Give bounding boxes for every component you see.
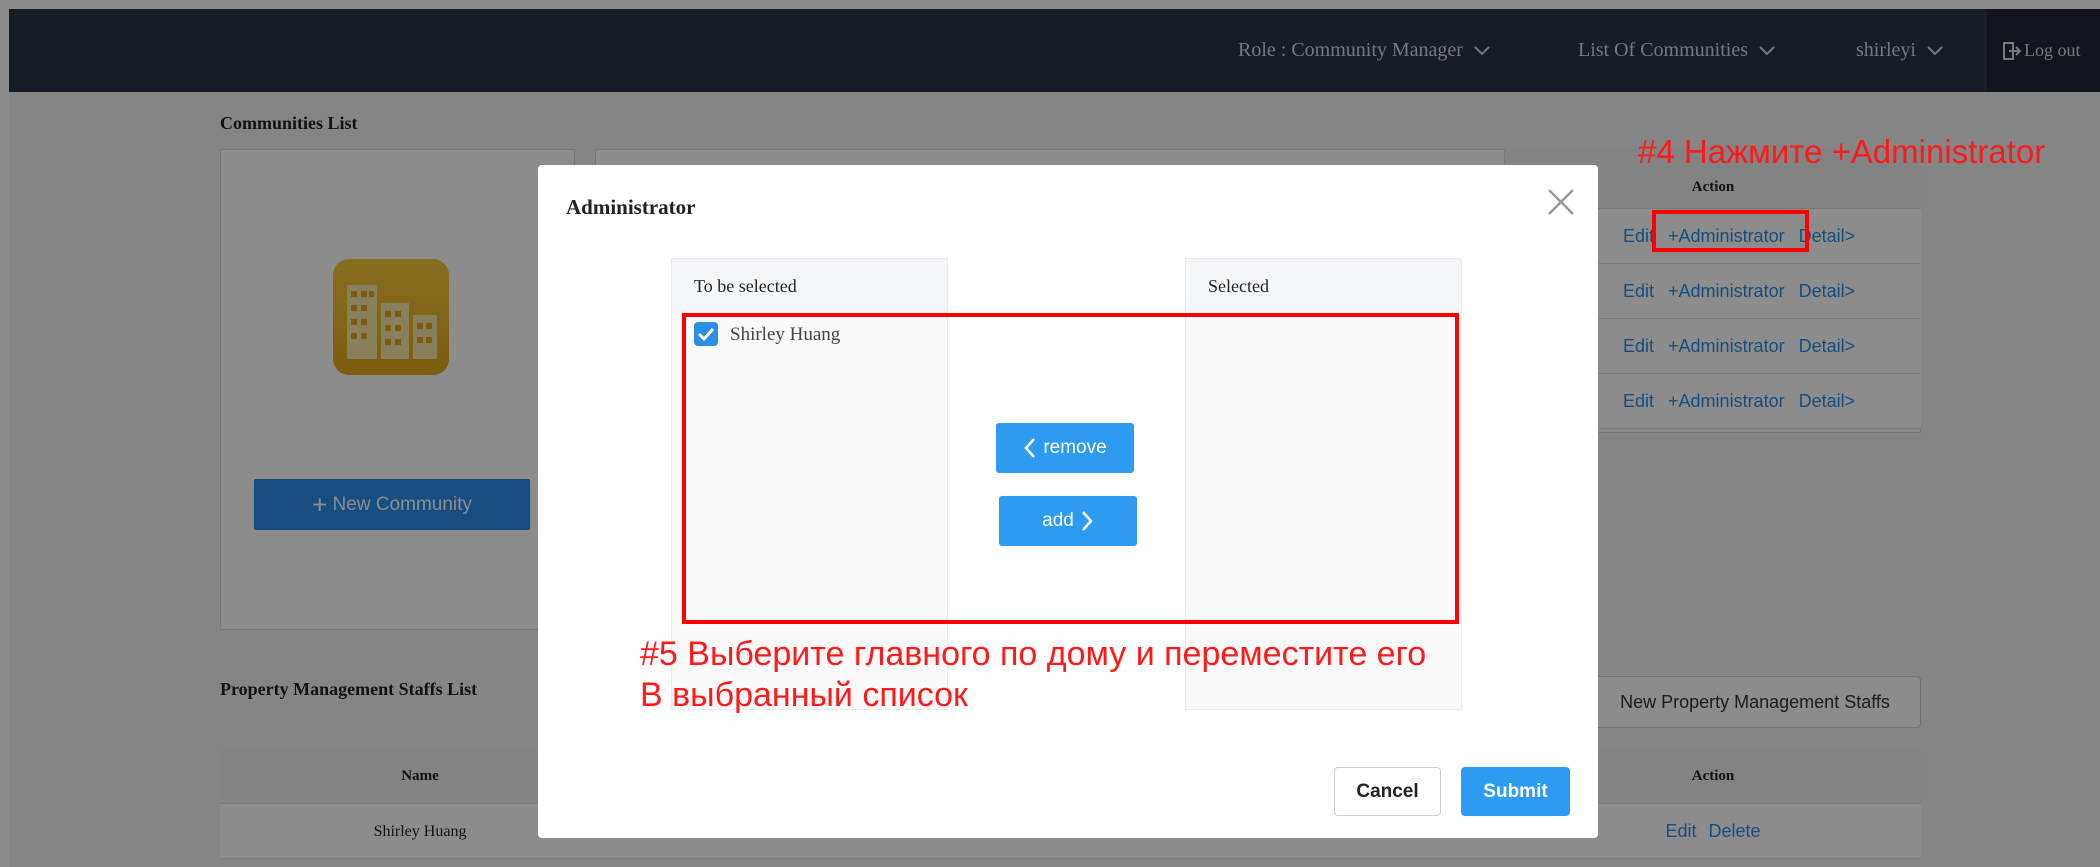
cancel-button[interactable]: Cancel — [1334, 767, 1441, 816]
selected-header: Selected — [1186, 259, 1461, 313]
close-icon[interactable] — [1546, 187, 1576, 217]
modal-title: Administrator — [566, 195, 696, 219]
highlight-lists-box — [682, 313, 1459, 624]
submit-button[interactable]: Submit — [1461, 767, 1570, 816]
step4-annotation: #4 Нажмите +Administrator — [1638, 133, 2046, 170]
to-be-selected-header: To be selected — [672, 259, 947, 313]
highlight-administrator-box — [1652, 210, 1809, 252]
step5-annotation-line2: В выбранный список — [640, 676, 968, 714]
step5-annotation-line1: #5 Выберите главного по дому и перемести… — [640, 635, 1427, 673]
